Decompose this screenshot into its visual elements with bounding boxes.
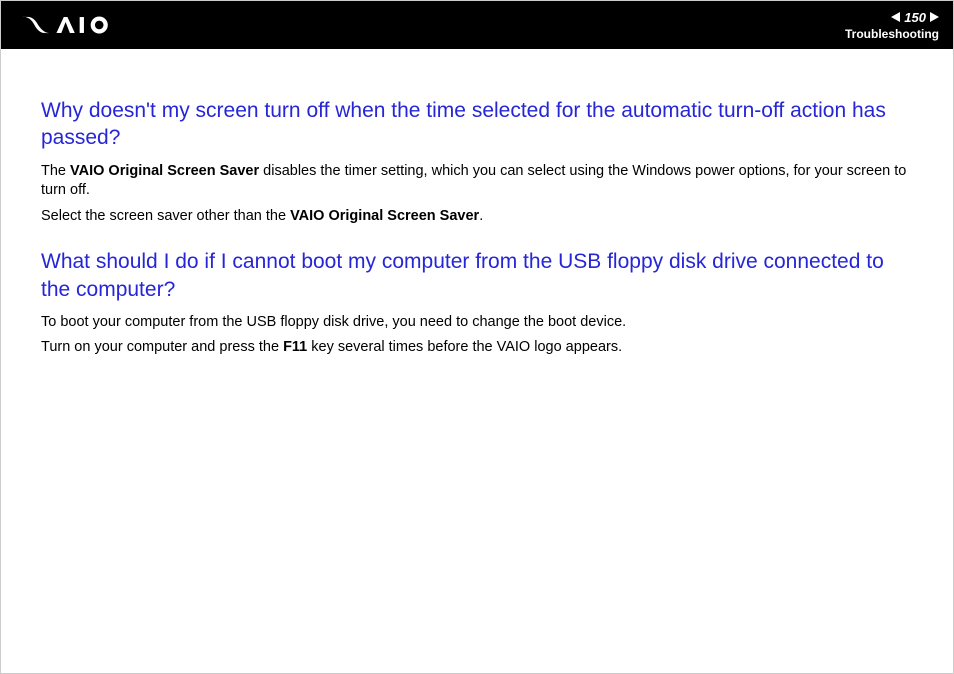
text: key several times before the VAIO logo a… xyxy=(307,339,622,355)
q2-paragraph-1: To boot your computer from the USB flopp… xyxy=(41,313,913,333)
page-navigator: 150 xyxy=(891,10,939,25)
vaio-logo xyxy=(21,14,131,36)
question-1-title: Why doesn't my screen turn off when the … xyxy=(41,97,913,152)
next-page-icon[interactable] xyxy=(930,12,939,22)
header-bar: 150 Troubleshooting xyxy=(1,1,953,49)
question-2-title: What should I do if I cannot boot my com… xyxy=(41,248,913,303)
bold-text: VAIO Original Screen Saver xyxy=(70,163,259,179)
header-right: 150 Troubleshooting xyxy=(845,10,939,41)
q2-paragraph-2: Turn on your computer and press the F11 … xyxy=(41,338,913,358)
prev-page-icon[interactable] xyxy=(891,12,900,22)
text: Select the screen saver other than the xyxy=(41,208,290,224)
q1-paragraph-2: Select the screen saver other than the V… xyxy=(41,207,913,227)
page-number: 150 xyxy=(904,10,926,25)
text: Turn on your computer and press the xyxy=(41,339,283,355)
bold-text: F11 xyxy=(283,339,307,355)
section-label: Troubleshooting xyxy=(845,27,939,41)
page-content: Why doesn't my screen turn off when the … xyxy=(1,49,953,384)
text: The xyxy=(41,163,70,179)
q1-paragraph-1: The VAIO Original Screen Saver disables … xyxy=(41,162,913,201)
text: . xyxy=(479,208,483,224)
bold-text: VAIO Original Screen Saver xyxy=(290,208,479,224)
